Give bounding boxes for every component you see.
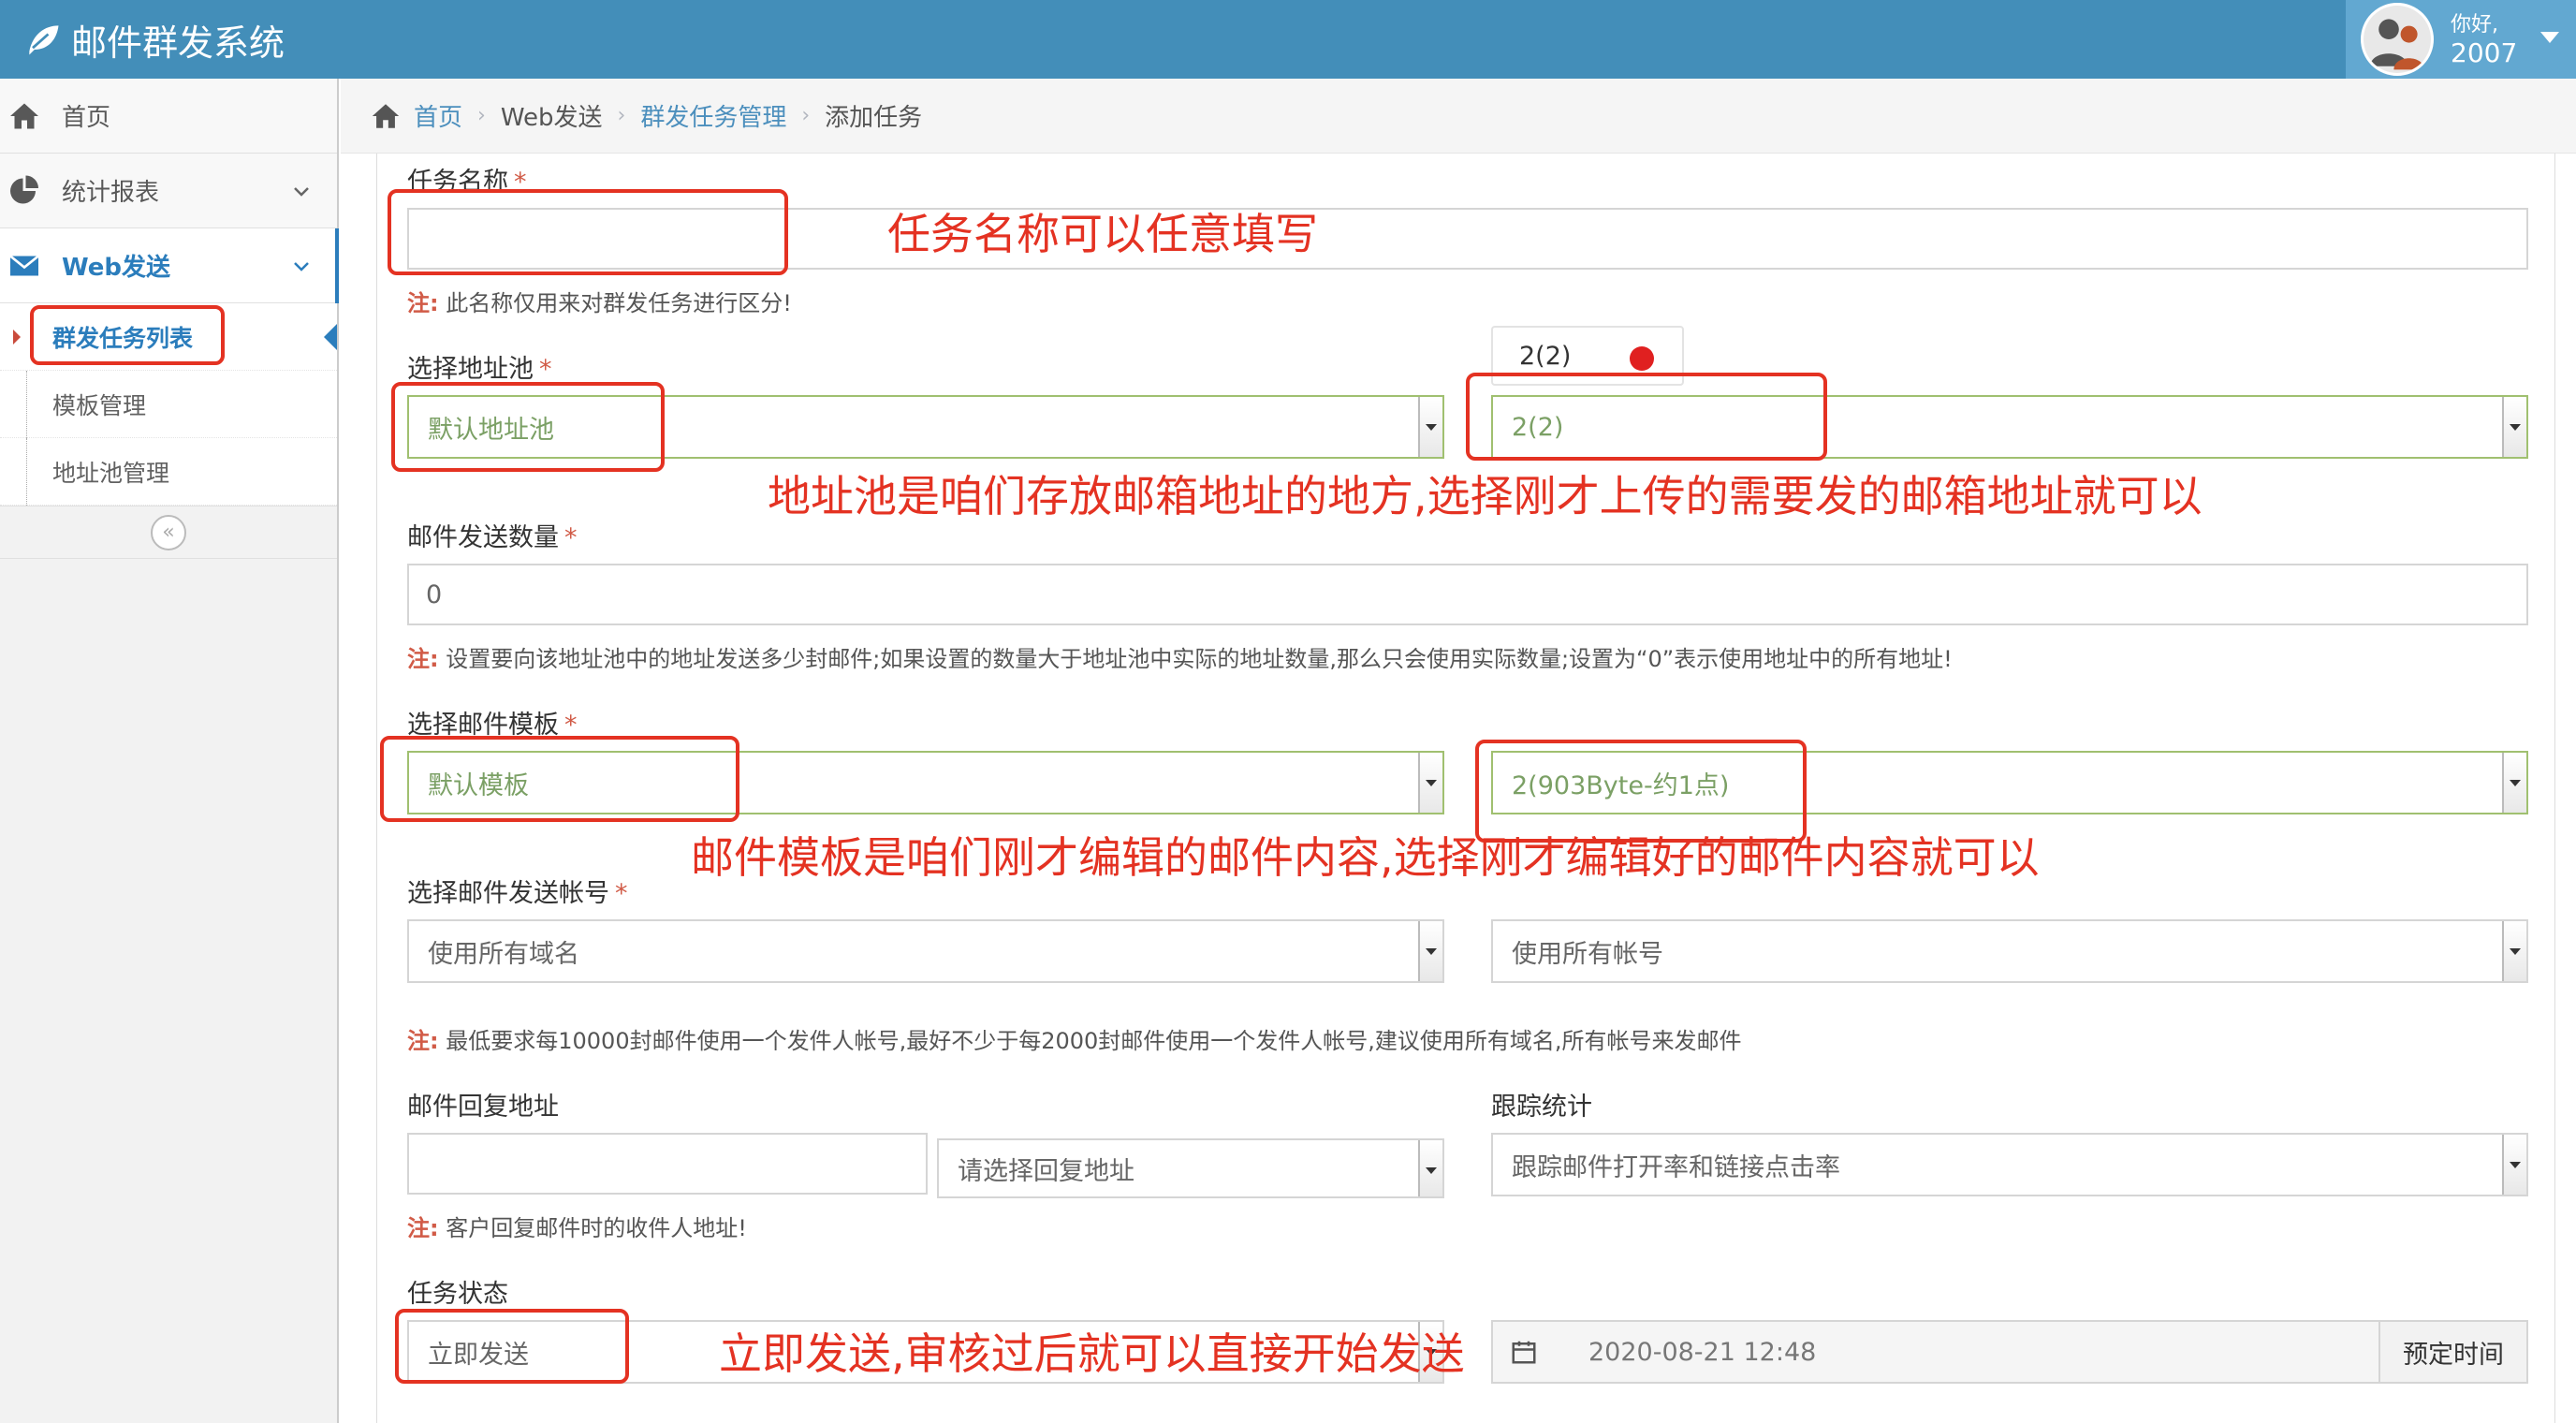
sidebar-item-label: Web发送 <box>62 254 170 282</box>
collapse-sidebar-button[interactable]: « <box>151 514 186 550</box>
home-icon <box>372 103 400 128</box>
breadcrumb: 首页 › Web发送 › 群发任务管理 › 添加任务 <box>341 79 2576 154</box>
sidebar-item-label: 地址池管理 <box>52 459 170 487</box>
dropdown-arrow-icon <box>2502 1135 2526 1195</box>
home-icon <box>10 103 38 128</box>
submenu-web-send: 群发任务列表 模板管理 地址池管理 <box>0 303 337 506</box>
template-label: 选择邮件模板 * <box>407 711 578 740</box>
tree-line <box>26 438 27 506</box>
app-title: 邮件群发系统 <box>71 22 285 64</box>
sidebar-item-web-send[interactable]: Web发送 <box>0 228 339 303</box>
pie-chart-icon <box>10 175 38 203</box>
send-count-label: 邮件发送数量 * <box>407 523 578 552</box>
reply-address-input[interactable] <box>407 1133 928 1195</box>
sidebar-item-templates[interactable]: 模板管理 <box>0 371 337 438</box>
task-name-label: 任务名称 * <box>407 168 527 197</box>
greeting: 你好, <box>2451 13 2498 37</box>
schedule-datetime-value: 2020-08-21 12:48 <box>1588 1337 1817 1367</box>
breadcrumb-current: 添加任务 <box>825 104 923 132</box>
required-mark: * <box>615 879 628 908</box>
dropdown-arrow-icon <box>2502 753 2526 813</box>
sidebar-item-reports[interactable]: 统计报表 <box>0 154 337 228</box>
sidebar-item-label: 模板管理 <box>52 391 147 419</box>
sidebar-collapse-row: « <box>0 506 337 559</box>
template-sub-select[interactable]: 2(903Byte-约1点) <box>1491 751 2528 814</box>
calendar-icon <box>1512 1341 1536 1364</box>
breadcrumb-separator: › <box>801 104 811 127</box>
task-name-note: 注: 此名称仅用来对群发任务进行区分! <box>407 290 792 316</box>
avatar <box>2361 3 2434 76</box>
remove-tag-icon[interactable] <box>1630 346 1654 371</box>
chevron-down-icon <box>294 262 309 271</box>
pool-select[interactable]: 默认地址池 <box>407 395 1444 459</box>
dropdown-arrow-icon <box>1418 921 1442 981</box>
breadcrumb-separator: › <box>617 104 626 127</box>
annotation-status: 立即发送,审核过后就可以直接开始发送 <box>719 1328 1465 1379</box>
required-mark: * <box>564 523 578 552</box>
dropdown-arrow-icon <box>2502 397 2526 457</box>
status-label: 任务状态 <box>407 1280 508 1309</box>
caret-down-icon[interactable] <box>2540 32 2559 43</box>
leaf-icon <box>29 25 59 55</box>
send-count-note: 注: 设置要向该地址池中的地址发送多少封邮件;如果设置的数量大于地址池中实际的地… <box>407 646 1953 672</box>
tracking-label: 跟踪统计 <box>1491 1093 1592 1122</box>
chevron-down-icon <box>294 187 309 197</box>
annotation-task-name: 任务名称可以任意填写 <box>887 209 1318 259</box>
task-name-input[interactable] <box>407 208 2528 270</box>
tracking-select[interactable]: 跟踪邮件打开率和链接点击率 <box>1491 1133 2528 1196</box>
required-mark: * <box>539 355 552 384</box>
sidebar: 首页 统计报表 Web发送 群发任务列表 模板管理 地址池管理 « <box>0 79 339 1423</box>
breadcrumb-web-send: Web发送 <box>500 104 603 132</box>
annotation-pool: 地址池是咱们存放邮箱地址的地方,选择刚才上传的需要发的邮箱地址就可以 <box>768 471 2203 521</box>
dropdown-arrow-icon <box>1418 397 1442 457</box>
breadcrumb-home-link[interactable]: 首页 <box>414 98 462 133</box>
sidebar-item-task-list[interactable]: 群发任务列表 <box>0 303 337 371</box>
pool-label: 选择地址池 * <box>407 355 552 384</box>
dropdown-arrow-icon <box>1418 753 1442 813</box>
envelope-icon <box>9 254 39 275</box>
top-navbar: 邮件群发系统 你好, 2007 <box>0 0 2576 79</box>
sidebar-item-label: 首页 <box>62 104 111 132</box>
account-label: 选择邮件发送帐号 * <box>407 879 628 908</box>
pool-selected-tag[interactable]: 2(2) <box>1491 326 1684 386</box>
dropdown-arrow-icon <box>1418 1140 1442 1196</box>
schedule-datetime-field[interactable]: 2020-08-21 12:48 预定时间 <box>1491 1320 2528 1384</box>
user-avatar-icon <box>2364 6 2431 73</box>
breadcrumb-task-management-link[interactable]: 群发任务管理 <box>640 98 786 133</box>
reply-note: 注: 客户回复邮件时的收件人地址! <box>407 1215 747 1241</box>
domain-select[interactable]: 使用所有域名 <box>407 919 1444 983</box>
sidebar-item-address-pools[interactable]: 地址池管理 <box>0 438 337 506</box>
account-note: 注: 最低要求每10000封邮件使用一个发件人帐号,最好不少于每2000封邮件使… <box>407 1028 1742 1054</box>
dropdown-arrow-icon <box>2502 921 2526 981</box>
template-select[interactable]: 默认模板 <box>407 751 1444 814</box>
reply-label: 邮件回复地址 <box>407 1093 559 1122</box>
sidebar-item-label: 统计报表 <box>62 179 160 207</box>
username: 2007 <box>2451 37 2518 68</box>
send-count-input[interactable]: 0 <box>407 564 2528 625</box>
annotation-template: 邮件模板是咱们刚才编辑的邮件内容,选择刚才编辑好的邮件内容就可以 <box>691 832 2040 883</box>
required-mark: * <box>514 168 527 197</box>
required-mark: * <box>564 711 578 740</box>
brand[interactable]: 邮件群发系统 <box>22 0 285 79</box>
reply-address-select[interactable]: 请选择回复地址 <box>937 1138 1444 1198</box>
task-form: 任务名称 * 注: 此名称仅用来对群发任务进行区分! 选择地址池 * 2(2) 默认… <box>376 154 2555 1423</box>
pool-sub-select[interactable]: 2(2) <box>1491 395 2528 459</box>
main-content: 任务名称 * 注: 此名称仅用来对群发任务进行区分! 选择地址池 * 2(2) 默认… <box>341 154 2576 1423</box>
sidebar-item-home[interactable]: 首页 <box>0 79 337 154</box>
user-menu[interactable]: 你好, 2007 <box>2346 0 2576 79</box>
schedule-time-button[interactable]: 预定时间 <box>2378 1322 2526 1382</box>
breadcrumb-separator: › <box>477 104 486 127</box>
account-select[interactable]: 使用所有帐号 <box>1491 919 2528 983</box>
tree-line <box>26 371 27 438</box>
sidebar-item-label: 群发任务列表 <box>52 324 194 352</box>
